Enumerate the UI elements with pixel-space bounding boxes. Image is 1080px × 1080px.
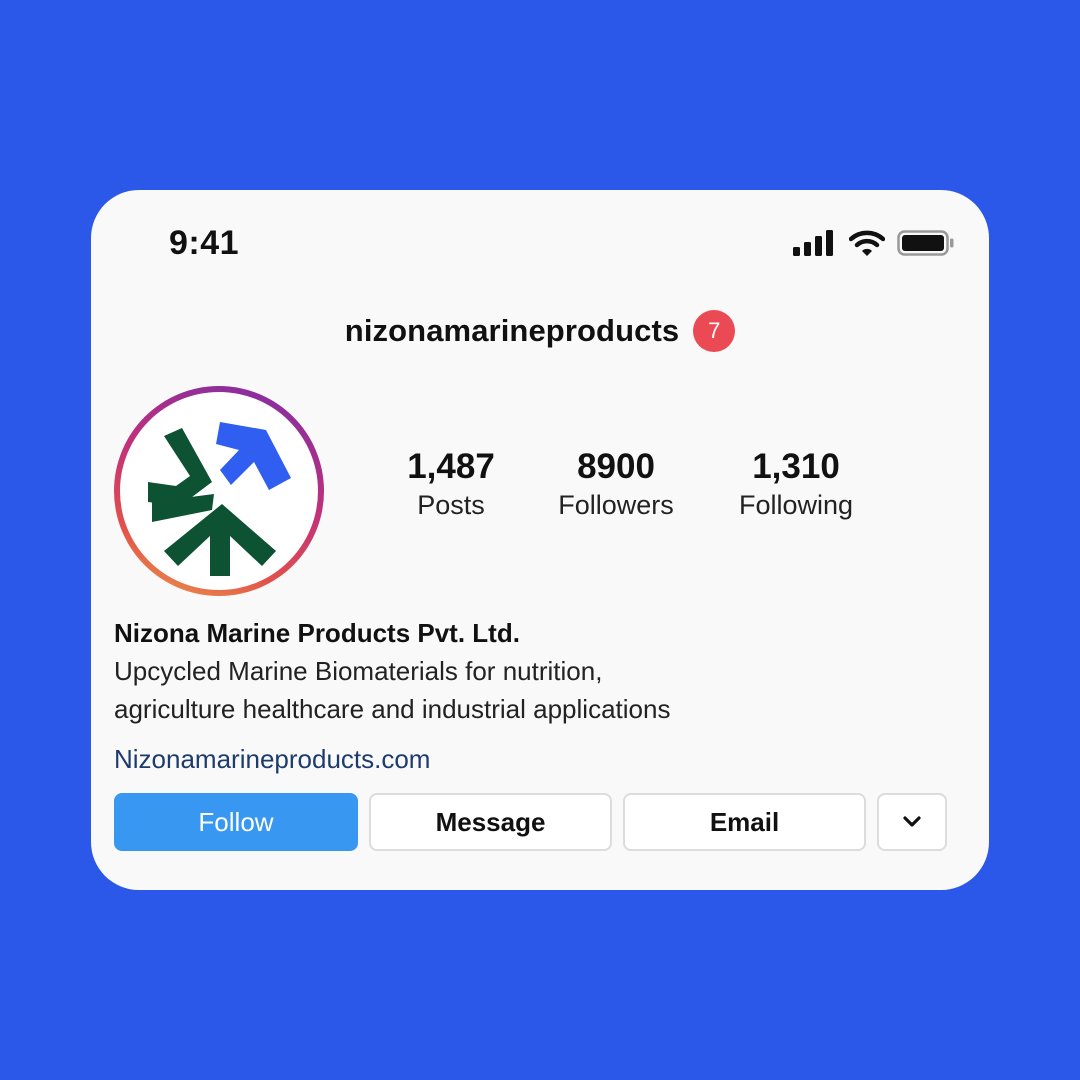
followers-label: Followers [558,490,674,520]
following-count: 1,310 [752,447,840,486]
website-link[interactable]: Nizonamarineproducts.com [114,740,954,778]
email-button[interactable]: Email [623,793,866,851]
followers-count: 8900 [577,447,655,486]
stat-following[interactable]: 1,310 Following [706,446,886,523]
message-button[interactable]: Message [369,793,612,851]
notification-badge[interactable]: 7 [693,310,736,352]
stat-posts[interactable]: 1,487 Posts [361,446,541,523]
posts-label: Posts [417,490,485,520]
profile-stats: 1,487 Posts 8900 Followers 1,310 Followi… [91,446,989,536]
cellular-signal-icon [793,230,833,256]
more-options-button[interactable] [877,793,947,851]
bio-line-1: Upcycled Marine Biomaterials for nutriti… [114,656,603,686]
battery-icon [897,230,954,256]
profile-card: 9:41 nizonamarineproducts 7 1,487 Posts … [91,190,989,890]
stat-followers[interactable]: 8900 Followers [526,446,706,523]
posts-count: 1,487 [407,447,495,486]
profile-display-name: Nizona Marine Products Pvt. Ltd. [114,618,520,648]
status-time: 9:41 [169,224,240,262]
username-row: nizonamarineproducts 7 [91,310,989,352]
following-label: Following [738,490,854,520]
chevron-down-icon [903,816,921,827]
follow-button[interactable]: Follow [114,793,358,851]
profile-actions: Follow Message Email [114,793,947,851]
profile-bio: Nizona Marine Products Pvt. Ltd. Upcycle… [114,614,954,778]
bio-line-2: agriculture healthcare and industrial ap… [114,694,671,724]
username: nizonamarineproducts [344,313,680,348]
wifi-icon [849,230,885,256]
status-icons [793,230,955,256]
